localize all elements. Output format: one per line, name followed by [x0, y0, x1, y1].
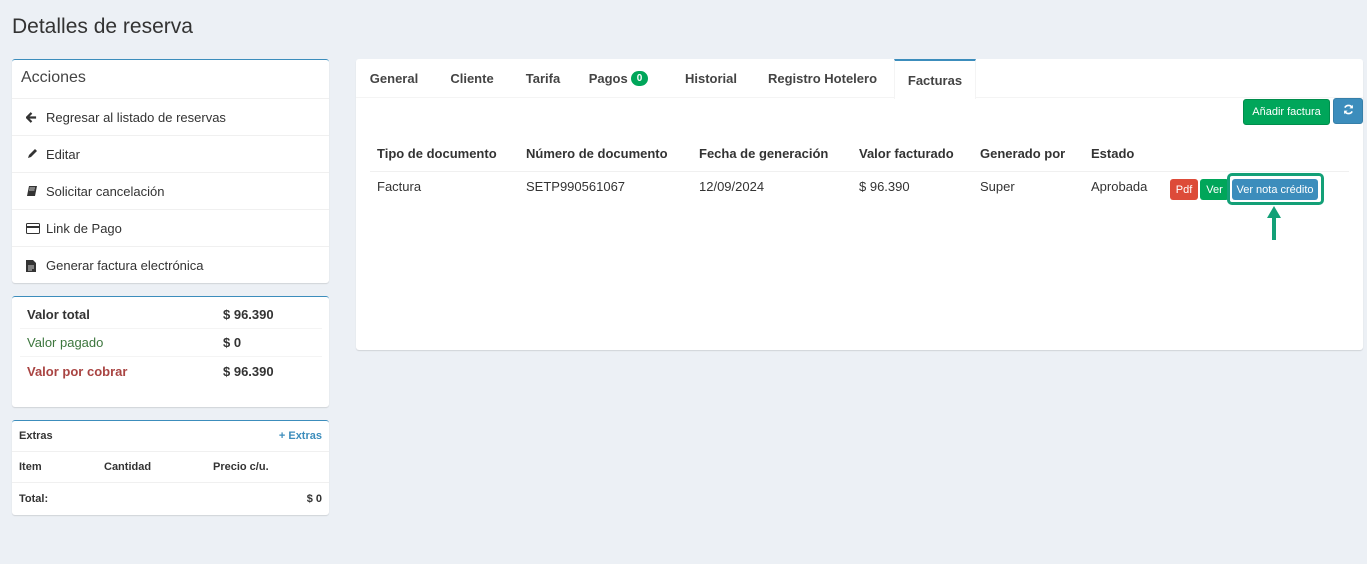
- extras-header: Extras + Extras: [12, 421, 329, 452]
- value-paid-row: Valor pagado $ 0: [20, 329, 322, 357]
- value-total-label: Valor total: [27, 307, 90, 322]
- tab-bar: General Cliente Tarifa Pagos 0 Historial …: [356, 59, 1363, 99]
- value-due-label: Valor por cobrar: [27, 363, 128, 379]
- tab-historial[interactable]: Historial: [674, 59, 748, 98]
- cell-generated-by: Super: [980, 179, 1015, 194]
- col-doc-number: Número de documento: [526, 146, 668, 161]
- values-panel: Valor total $ 96.390 Valor pagado $ 0 Va…: [12, 296, 329, 407]
- tab-label: Registro Hotelero: [767, 71, 878, 86]
- tab-label: Tarifa: [525, 71, 561, 86]
- col-amount: Valor facturado: [859, 146, 954, 161]
- invoices-panel: General Cliente Tarifa Pagos 0 Historial …: [356, 59, 1363, 350]
- add-invoice-button[interactable]: Añadir factura: [1243, 99, 1330, 125]
- value-total-row: Valor total $ 96.390: [20, 301, 322, 329]
- credit-card-icon: [26, 222, 46, 234]
- extras-col-price: Precio c/u.: [213, 461, 269, 473]
- tab-label: Cliente: [450, 71, 494, 86]
- col-doc-type: Tipo de documento: [377, 146, 497, 161]
- pdf-button[interactable]: Pdf: [1170, 179, 1198, 200]
- payment-link[interactable]: Link de Pago: [12, 210, 329, 247]
- cell-doc-type: Factura: [377, 179, 422, 194]
- cell-status: Aprobada: [1091, 179, 1148, 194]
- action-label: Generar factura electrónica: [46, 258, 204, 273]
- extras-columns: Item Cantidad Precio c/u.: [12, 452, 329, 483]
- action-label: Link de Pago: [46, 220, 122, 236]
- view-button[interactable]: Ver: [1200, 179, 1229, 200]
- back-to-reservations-link[interactable]: Regresar al listado de reservas: [12, 99, 329, 136]
- action-label: Editar: [46, 146, 80, 162]
- tab-facturas[interactable]: Facturas: [894, 59, 976, 99]
- extras-col-quantity: Cantidad: [104, 461, 152, 473]
- tab-registro-hotelero[interactable]: Registro Hotelero: [757, 59, 888, 98]
- value-due-amount: $ 96.390: [223, 363, 274, 379]
- col-generated-by: Generado por: [980, 146, 1066, 161]
- tab-label: Pagos: [588, 71, 628, 86]
- value-due-row: Valor por cobrar $ 96.390: [20, 357, 322, 385]
- add-extras-link[interactable]: + Extras: [279, 430, 322, 442]
- tab-label: Facturas: [907, 72, 963, 88]
- highlight-box: [1227, 173, 1324, 205]
- extras-panel: Extras + Extras Item Cantidad Precio c/u…: [12, 420, 329, 515]
- tab-general[interactable]: General: [356, 59, 432, 98]
- book-icon: [26, 185, 46, 197]
- cell-amount: $ 96.390: [859, 179, 910, 194]
- generate-einvoice-link[interactable]: Generar factura electrónica: [12, 247, 329, 284]
- table-divider: [370, 171, 1349, 172]
- actions-title: Acciones: [12, 60, 329, 99]
- arrow-left-icon: [26, 111, 46, 123]
- cell-date: 12/09/2024: [699, 179, 765, 194]
- extras-total-row: Total: $ 0: [12, 483, 329, 514]
- file-text-icon: [26, 259, 46, 272]
- value-paid-label: Valor pagado: [27, 335, 104, 350]
- payments-count-badge: 0: [630, 71, 649, 86]
- value-paid-amount: $ 0: [223, 335, 242, 350]
- refresh-button[interactable]: [1333, 98, 1363, 124]
- edit-link[interactable]: Editar: [12, 136, 329, 173]
- extras-total-label: Total:: [19, 492, 49, 505]
- action-label: Solicitar cancelación: [46, 183, 165, 199]
- col-date: Fecha de generación: [699, 146, 829, 161]
- refresh-icon: [1343, 104, 1354, 118]
- tab-label: General: [369, 71, 419, 86]
- action-label: Regresar al listado de reservas: [46, 109, 226, 125]
- tab-label: Historial: [684, 71, 737, 86]
- actions-panel: Acciones Regresar al listado de reservas…: [12, 59, 329, 283]
- cell-doc-number: SETP990561067: [526, 179, 626, 194]
- tab-tarifa[interactable]: Tarifa: [513, 59, 573, 98]
- tab-pagos[interactable]: Pagos 0: [581, 59, 656, 98]
- tab-cliente[interactable]: Cliente: [436, 59, 508, 98]
- value-total-amount: $ 96.390: [223, 307, 274, 322]
- pointer-arrow-icon: [1267, 206, 1281, 240]
- extras-col-item: Item: [19, 461, 42, 473]
- extras-total-value: $ 0: [306, 492, 322, 505]
- pencil-icon: [26, 148, 46, 160]
- col-status: Estado: [1091, 146, 1135, 161]
- extras-title: Extras: [19, 430, 53, 442]
- request-cancellation-link[interactable]: Solicitar cancelación: [12, 173, 329, 210]
- page-title: Detalles de reserva: [12, 15, 193, 38]
